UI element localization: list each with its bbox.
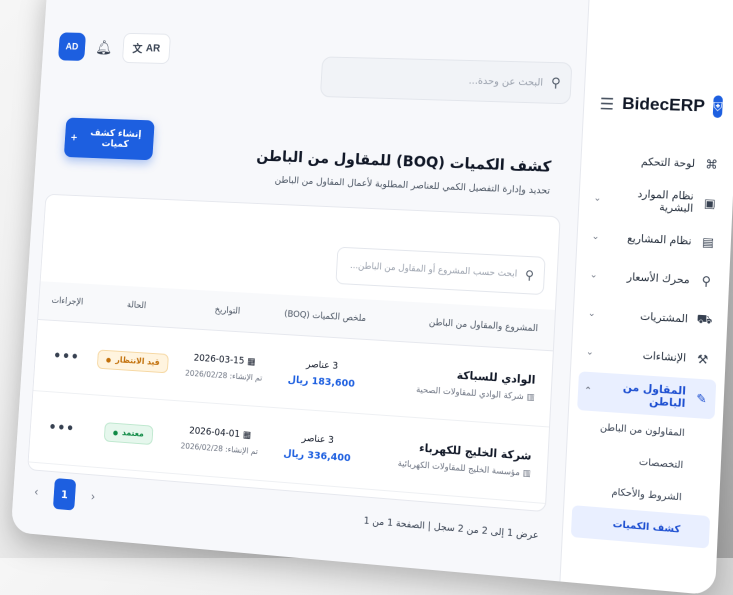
contractor-name: ▥ شركة الوادي للمقاولات الصحية xyxy=(372,382,535,403)
column-header-summary: ملخص الكميات (BOQ) xyxy=(273,294,377,340)
status-label: معتمد xyxy=(121,428,145,440)
create-boq-label: إنشاء كشف كميات xyxy=(89,127,142,150)
calendar-icon: ▦ xyxy=(246,356,256,368)
sidebar-item-label: الإنشاءات xyxy=(642,349,687,365)
page-subtitle: تحديد وإدارة التفصيل الكمي للعناصر المطل… xyxy=(274,174,551,197)
chevron-down-icon: ⌄ xyxy=(593,193,602,204)
chevron-down-icon: ⌄ xyxy=(589,270,598,281)
module-search-placeholder: البحث عن وحدة... xyxy=(468,75,544,89)
chevron-down-icon: ⌄ xyxy=(585,347,594,358)
pagination-info: عرض 1 إلى 2 من 2 سجل | الصفحة 1 من 1 xyxy=(363,515,539,542)
building-icon: ▥ xyxy=(526,391,535,403)
sidebar-item-label: نظام الموارد البشرية xyxy=(637,188,694,215)
contractor-label: مؤسسة الخليج للمقاولات الكهربائية xyxy=(397,458,521,478)
sidebar-item-label: المشتريات xyxy=(639,310,689,326)
sidebar-item-label: نظام المشاريع xyxy=(626,232,692,248)
due-date: ▦ 2026-04-01 xyxy=(173,424,267,442)
pagination-controls: ‹ 1 › xyxy=(25,476,105,513)
contractor-label: شركة الوادي للمقاولات الصحية xyxy=(415,384,525,402)
top-actions: AD 🔔︎ 文 AR xyxy=(58,31,171,65)
sidebar-item-label: المقاول من الباطن xyxy=(622,381,687,411)
due-date-value: 2026-03-15 xyxy=(193,352,245,367)
due-date: ▦ 2026-03-15 xyxy=(178,352,271,369)
sidebar-subnav: المقاولون من الباطن التخصصات الشروط والأ… xyxy=(563,409,723,549)
row-actions-button[interactable]: ••• xyxy=(33,319,92,395)
column-header-status: الحالة xyxy=(91,284,182,329)
main-content: كشف الكميات (BOQ) للمقاول من الباطن تحدي… xyxy=(11,89,585,582)
app-window: ⛨ BidecERP ☰ ⌘ لوحة التحكم ▣ نظام الموار… xyxy=(10,0,733,595)
brand-name: BidecERP xyxy=(621,93,706,116)
chevron-up-icon: ⌃ xyxy=(583,385,592,397)
plus-icon: + xyxy=(70,132,79,143)
building-icon: ▥ xyxy=(522,467,531,479)
search-icon: ⚲ xyxy=(550,75,561,91)
status-dot-icon xyxy=(112,429,118,436)
sidebar-item-hr[interactable]: ▣ نظام الموارد البشرية ⌄ xyxy=(587,179,725,223)
page-header: كشف الكميات (BOQ) للمقاول من الباطن تحدي… xyxy=(49,89,566,214)
row-actions-button[interactable]: ••• xyxy=(28,390,88,467)
sidebar-nav: ⌘ لوحة التحكم ▣ نظام الموارد البشرية ⌄ ▤… xyxy=(569,141,733,420)
boq-table: المشروع والمقاول من الباطن ملخص الكميات … xyxy=(28,281,555,504)
pricing-icon: ⚲ xyxy=(701,273,712,289)
construction-icon: ⚒ xyxy=(696,351,709,368)
language-switcher[interactable]: 文 AR xyxy=(121,32,171,65)
language-label: AR xyxy=(145,42,161,55)
chevron-left-icon[interactable]: ‹ xyxy=(25,477,48,507)
projects-icon: ▤ xyxy=(701,234,715,250)
bell-icon[interactable]: 🔔︎ xyxy=(95,39,113,56)
chevron-down-icon: ⌄ xyxy=(591,231,600,243)
chevron-right-icon[interactable]: › xyxy=(81,481,104,512)
sidebar-item-label: لوحة التحكم xyxy=(640,155,696,171)
create-boq-button[interactable]: إنشاء كشف كميات + xyxy=(63,117,155,161)
dashboard-icon: ⌘ xyxy=(705,157,719,172)
avatar[interactable]: AD xyxy=(58,32,87,61)
column-header-actions: الإجراءات xyxy=(38,281,95,323)
chevron-down-icon: ⌄ xyxy=(587,308,596,320)
translate-icon: 文 xyxy=(132,43,143,55)
status-label: قيد الانتظار xyxy=(115,355,160,368)
sidebar-item-label: محرك الأسعار xyxy=(626,271,690,287)
status-badge: قيد الانتظار xyxy=(97,349,170,374)
brand: ⛨ BidecERP ☰ xyxy=(583,0,733,128)
created-date: تم الإنشاء: 2026/02/28 xyxy=(184,368,263,383)
sidebar-item-dashboard[interactable]: ⌘ لوحة التحكم xyxy=(589,141,727,184)
filter-placeholder: ابحث حسب المشروع أو المقاول من الباطن... xyxy=(349,261,518,280)
subcontractor-icon: ✎ xyxy=(695,391,708,407)
brand-logo-icon: ⛨ xyxy=(712,95,723,118)
page-title: كشف الكميات (BOQ) للمقاول من الباطن xyxy=(256,146,552,176)
sidebar: ⛨ BidecERP ☰ ⌘ لوحة التحكم ▣ نظام الموار… xyxy=(559,0,733,595)
column-header-dates: التواريخ xyxy=(179,289,277,334)
search-icon: ⚲ xyxy=(524,267,535,283)
boq-amount: 336,400 ريال xyxy=(283,448,351,465)
topbar: ⚲ البحث عن وحدة... AD 🔔︎ 文 AR xyxy=(40,0,590,105)
calendar-icon: ▦ xyxy=(242,429,252,441)
items-count: 3 عناصر xyxy=(301,432,335,447)
boq-card: ⚲ ابحث حسب المشروع أو المقاول من الباطن.… xyxy=(27,193,561,513)
sidebar-item-projects[interactable]: ▤ نظام المشاريع ⌄ xyxy=(585,217,724,262)
boq-amount: 183,600 ريال xyxy=(287,374,356,390)
hr-icon: ▣ xyxy=(703,195,717,211)
status-dot-icon xyxy=(106,357,112,363)
status-badge: معتمد xyxy=(103,422,154,446)
created-date: تم الإنشاء: 2026/02/28 xyxy=(180,441,259,457)
menu-toggle-icon[interactable]: ☰ xyxy=(599,94,614,113)
page-button-current[interactable]: 1 xyxy=(52,478,77,511)
items-count: 3 عناصر xyxy=(305,358,339,372)
filter-search-input[interactable]: ⚲ ابحث حسب المشروع أو المقاول من الباطن.… xyxy=(335,246,546,296)
cart-icon: ⛟ xyxy=(696,311,713,327)
due-date-value: 2026-04-01 xyxy=(188,425,241,440)
